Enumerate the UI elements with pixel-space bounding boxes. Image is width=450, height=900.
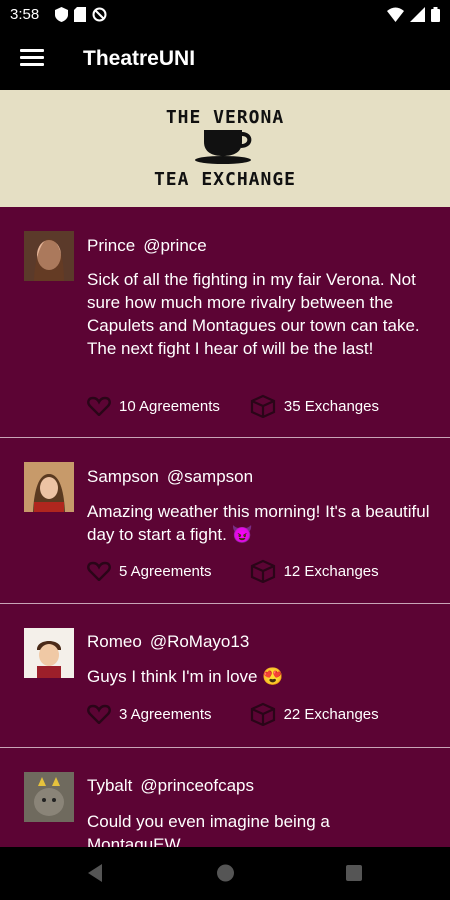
avatar[interactable] (24, 231, 74, 281)
banner-line1: THE VERONA (165, 107, 285, 128)
agreements-count: 3 Agreements (119, 705, 212, 723)
post-item[interactable]: Prince @prince Sick of all the fighting i… (0, 207, 450, 438)
wifi-icon (387, 7, 404, 22)
author-name: Tybalt (87, 776, 133, 795)
author-name: Sampson (87, 467, 159, 486)
banner: THE VERONA TEA EXCHANGE (0, 90, 450, 207)
post-actions: 10 Agreements 35 Exchanges (87, 394, 379, 418)
no-disturb-icon (92, 7, 107, 22)
box-icon (250, 394, 276, 418)
banner-line2: TEA EXCHANGE (153, 169, 297, 190)
status-right-icons (387, 7, 440, 22)
post-author: Tybalt @princeofcaps (87, 776, 254, 796)
teacup-icon (195, 130, 252, 164)
author-handle: @prince (143, 236, 207, 255)
battery-icon (431, 7, 440, 22)
heart-handshake-icon (87, 396, 111, 416)
author-name: Prince (87, 236, 136, 255)
agreements-button[interactable]: 5 Agreements (87, 561, 212, 581)
post-item[interactable]: Romeo @RoMayo13 Guys I think I'm in love … (0, 603, 450, 748)
author-handle: @princeofcaps (140, 776, 255, 795)
post-item[interactable]: Tybalt @princeofcaps Could you even imagi… (0, 747, 450, 847)
author-name: Romeo (87, 632, 142, 651)
exchanges-button[interactable]: 22 Exchanges (250, 702, 379, 726)
app-bar: TheatreUNI (0, 30, 450, 90)
exchanges-count: 12 Exchanges (283, 562, 379, 580)
box-icon (250, 702, 275, 726)
avatar[interactable] (24, 772, 74, 822)
status-time: 3:58 (10, 6, 40, 23)
home-icon[interactable] (216, 863, 235, 883)
author-handle: @sampson (166, 467, 254, 486)
post-actions: 3 Agreements 22 Exchanges (87, 702, 379, 726)
system-nav-bar (0, 847, 450, 900)
post-author: Sampson @sampson (87, 467, 253, 487)
sd-card-icon (74, 7, 86, 22)
post-actions: 5 Agreements 12 Exchanges (87, 559, 379, 583)
post-text: Sick of all the fighting in my fair Vero… (87, 270, 420, 358)
signal-icon (410, 7, 425, 22)
post-item[interactable]: Sampson @sampson Amazing weather this mor… (0, 437, 450, 604)
post-author: Romeo @RoMayo13 (87, 632, 249, 652)
exchanges-count: 35 Exchanges (283, 397, 379, 415)
heart-handshake-icon (87, 704, 111, 724)
avatar[interactable] (24, 462, 74, 512)
box-icon (250, 559, 275, 583)
exchanges-button[interactable]: 35 Exchanges (250, 394, 379, 418)
avatar[interactable] (24, 628, 74, 678)
shield-icon (55, 7, 68, 22)
back-icon[interactable] (86, 863, 104, 883)
heart-handshake-icon (87, 561, 111, 581)
agreements-count: 10 Agreements (119, 397, 220, 415)
author-handle: @RoMayo13 (149, 632, 250, 651)
post-feed: Prince @prince Sick of all the fighting i… (0, 207, 450, 847)
hamburger-menu-icon[interactable] (20, 49, 44, 71)
status-bar: 3:58 (0, 0, 450, 30)
agreements-button[interactable]: 3 Agreements (87, 704, 212, 724)
post-text: Could you even imagine being a MontaguEW (87, 812, 330, 847)
status-left-icons (55, 7, 107, 22)
agreements-button[interactable]: 10 Agreements (87, 396, 220, 416)
agreements-count: 5 Agreements (119, 562, 212, 580)
exchanges-button[interactable]: 12 Exchanges (250, 559, 379, 583)
post-text: Amazing weather this morning! It's a bea… (87, 502, 430, 544)
exchanges-count: 22 Exchanges (283, 705, 379, 723)
post-text: Guys I think I'm in love 😍 (87, 667, 284, 686)
post-author: Prince @prince (87, 236, 207, 256)
app-title: TheatreUNI (83, 47, 196, 70)
recents-icon[interactable] (345, 863, 363, 883)
